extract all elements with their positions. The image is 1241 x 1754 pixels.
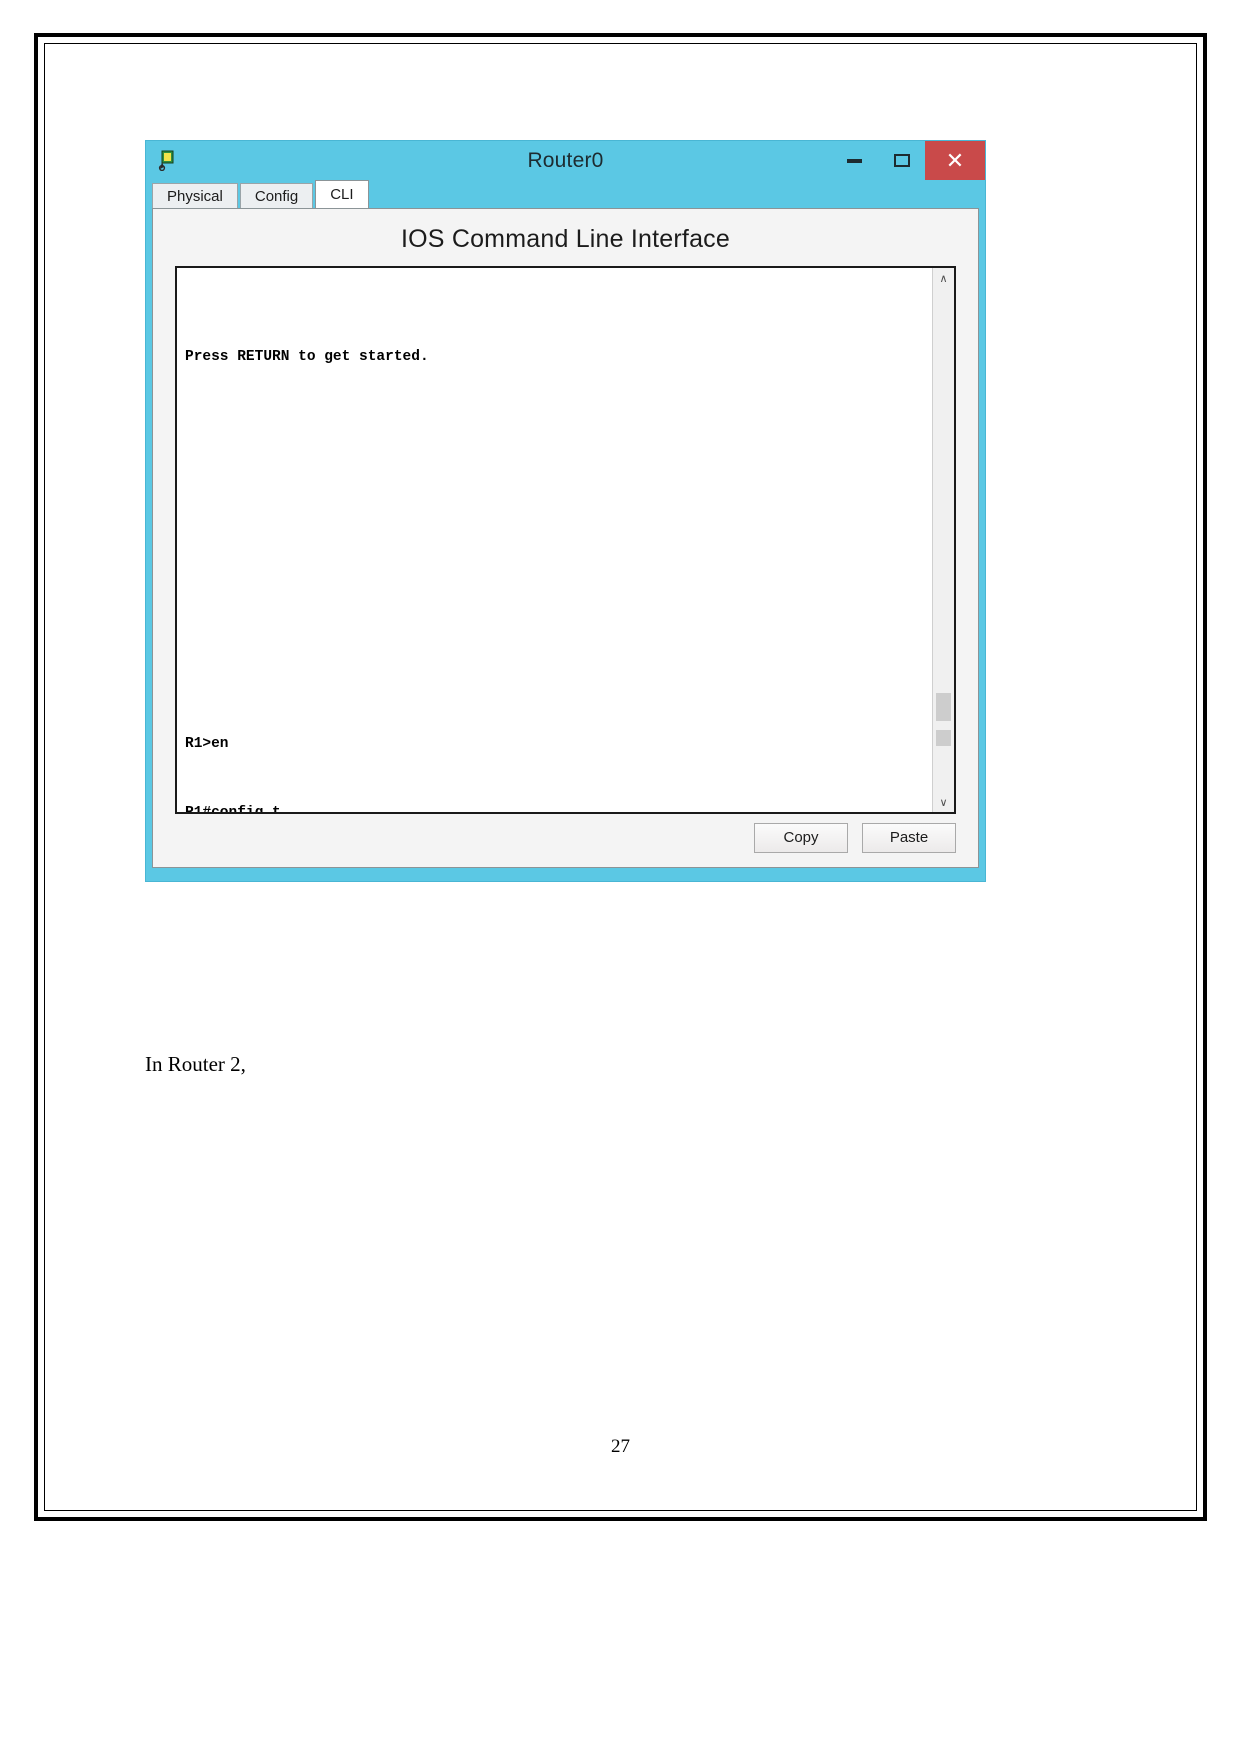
window-titlebar[interactable]: Router0 ✕ bbox=[146, 141, 985, 180]
packet-tracer-router-icon bbox=[158, 149, 180, 172]
maximize-button[interactable] bbox=[878, 141, 925, 180]
terminal-line: R1>en bbox=[185, 736, 229, 752]
terminal-scrollbar[interactable]: ∧ ∨ bbox=[932, 268, 954, 812]
page-number: 27 bbox=[611, 1436, 630, 1457]
tab-physical[interactable]: Physical bbox=[152, 183, 238, 208]
tab-bar: Physical Config CLI bbox=[152, 180, 979, 208]
document-page: Router0 ✕ Physical Config CLI IOS Comman… bbox=[44, 43, 1197, 1511]
terminal-output[interactable]: Press RETURN to get started. R1>en R1#co… bbox=[177, 268, 932, 812]
document-page-border: Router0 ✕ Physical Config CLI IOS Comman… bbox=[34, 33, 1207, 1521]
action-buttons: Copy Paste bbox=[754, 823, 956, 853]
terminal-container[interactable]: Press RETURN to get started. R1>en R1#co… bbox=[175, 266, 956, 814]
minimize-button[interactable] bbox=[831, 141, 878, 180]
tab-cli[interactable]: CLI bbox=[315, 180, 369, 208]
scrollbar-thumb[interactable] bbox=[936, 693, 951, 721]
scroll-down-icon[interactable]: ∨ bbox=[933, 792, 954, 812]
copy-button[interactable]: Copy bbox=[754, 823, 848, 853]
packet-tracer-window: Router0 ✕ Physical Config CLI IOS Comman… bbox=[145, 140, 986, 882]
window-controls: ✕ bbox=[831, 141, 985, 180]
minimize-icon bbox=[847, 158, 862, 163]
terminal-blank-space bbox=[185, 415, 932, 687]
paste-button[interactable]: Paste bbox=[862, 823, 956, 853]
cli-panel: IOS Command Line Interface Press RETURN … bbox=[152, 208, 979, 868]
terminal-intro-line: Press RETURN to get started. bbox=[185, 349, 429, 365]
document-caption: In Router 2, bbox=[145, 1052, 246, 1076]
tab-config[interactable]: Config bbox=[239, 183, 314, 208]
scroll-up-icon[interactable]: ∧ bbox=[933, 268, 954, 288]
terminal-line: R1#config t bbox=[185, 802, 932, 812]
panel-heading: IOS Command Line Interface bbox=[401, 225, 730, 253]
maximize-icon bbox=[893, 154, 910, 167]
scrollbar-thumb-secondary[interactable] bbox=[936, 730, 951, 746]
close-icon: ✕ bbox=[945, 147, 965, 173]
close-button[interactable]: ✕ bbox=[925, 141, 985, 180]
